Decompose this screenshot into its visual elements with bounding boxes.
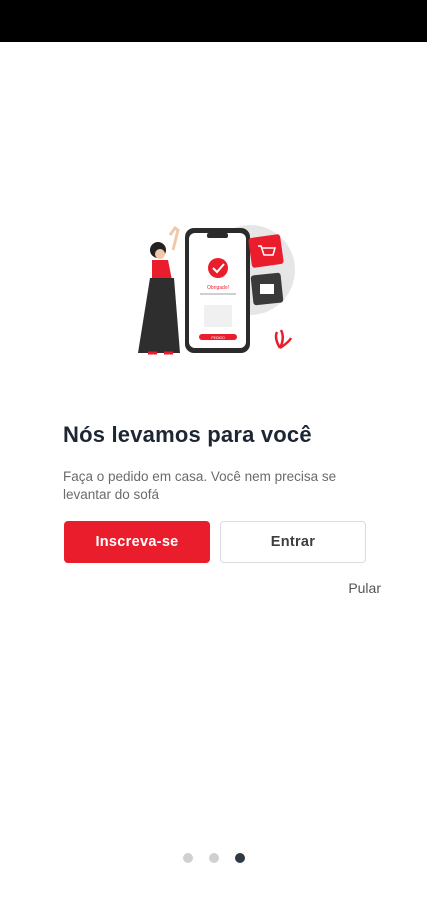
login-button[interactable]: Entrar [220,521,366,563]
illustration-button-text: PEDIDO [211,336,225,340]
signup-button[interactable]: Inscreva-se [64,521,210,563]
page-dot-2[interactable] [208,853,219,863]
page-dot-1[interactable] [182,853,193,863]
onboarding-title: Nós levamos para você [63,422,312,447]
page-dot-3-active[interactable] [234,853,245,863]
skip-link[interactable]: Pular [348,580,381,596]
onboarding-subtitle: Faça o pedido em casa. Você nem precisa … [63,469,337,502]
delivery-illustration: Obrigado! PEDIDO [138,225,295,355]
check-icon [208,258,228,278]
status-bar [0,0,427,42]
page-indicator [0,853,427,863]
illustration-status-text: Obrigado! [207,285,229,291]
cart-card [248,234,284,268]
plant-icon [274,329,293,350]
bag-icon [260,284,274,294]
